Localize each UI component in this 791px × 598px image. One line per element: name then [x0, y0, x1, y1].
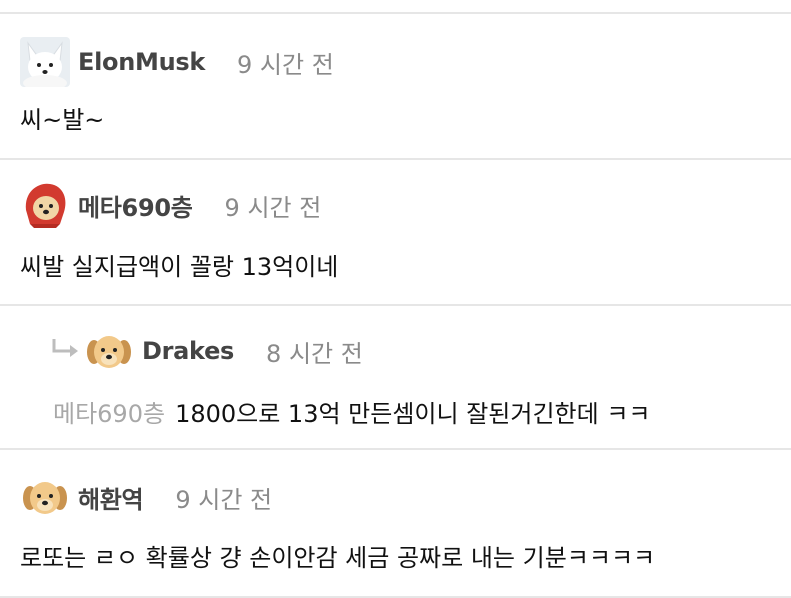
comment-time: 9 시간 전 [224, 193, 322, 222]
comment-text: 씨발 실지급액이 꼴랑 13억이네 [20, 253, 339, 281]
comment-header: ElonMusk 9 시간 전 [20, 37, 334, 87]
comment-item: 메타690층 9 시간 전 씨발 실지급액이 꼴랑 13억이네 [0, 160, 791, 304]
reply-arrow-icon [50, 337, 84, 365]
red-hood-dog-avatar[interactable] [20, 180, 70, 230]
author-name[interactable]: 메타690층 [78, 188, 193, 223]
comment-list: ElonMusk 9 시간 전 씨~발~ 메타690층 9 시간 전 씨발 실지… [0, 0, 791, 598]
golden-puppy-avatar[interactable] [84, 326, 134, 376]
comment-text: 씨~발~ [20, 106, 105, 134]
comment-header: 해환역 9 시간 전 [20, 472, 272, 522]
author-name[interactable]: Drakes [142, 337, 234, 365]
comment-time: 9 시간 전 [237, 50, 334, 79]
comment-text: 메타690층 1800으로 13억 만든셈이니 잘된거긴한데 ㅋㅋ [53, 394, 650, 429]
author-name[interactable]: 해환역 [78, 480, 144, 515]
mention-tag[interactable]: 메타690층 [53, 400, 165, 428]
comment-item: 해환역 9 시간 전 로또는 ㄹㅇ 확률상 걍 손이안감 세금 공짜로 내는 기… [0, 450, 791, 596]
reply-item: Drakes 8 시간 전 메타690층 1800으로 13억 만든셈이니 잘된거… [0, 306, 791, 448]
comment-time: 9 시간 전 [175, 485, 273, 514]
comment-header: 메타690층 9 시간 전 [20, 180, 321, 230]
comment-header: Drakes 8 시간 전 [50, 326, 363, 376]
arctic-fox-avatar[interactable] [20, 37, 70, 87]
comment-time: 8 시간 전 [266, 339, 363, 368]
comment-item: ElonMusk 9 시간 전 씨~발~ [0, 14, 791, 158]
golden-puppy-avatar[interactable] [20, 472, 70, 522]
reply-text: 1800으로 13억 만든셈이니 잘된거긴한데 ㅋㅋ [175, 400, 651, 428]
author-name[interactable]: ElonMusk [78, 48, 205, 76]
comment-text: 로또는 ㄹㅇ 확률상 걍 손이안감 세금 공짜로 내는 기분ㅋㅋㅋㅋ [20, 544, 656, 572]
